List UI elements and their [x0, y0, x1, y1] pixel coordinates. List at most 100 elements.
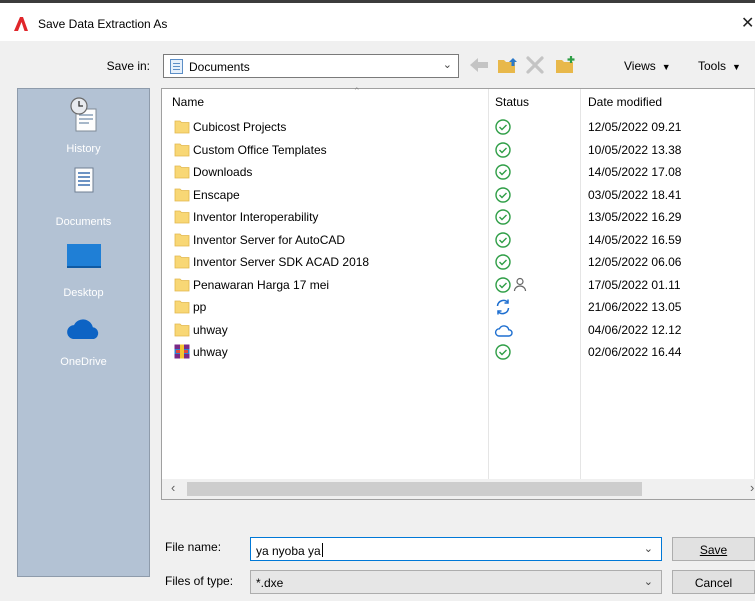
folder-icon [174, 119, 190, 134]
chevron-down-icon: ⌄ [643, 576, 653, 588]
status-shared-icon [494, 275, 534, 295]
column-header-status[interactable]: Status [495, 95, 529, 109]
close-button[interactable]: ✕ [741, 13, 754, 33]
back-arrow-icon[interactable] [467, 54, 491, 76]
column-header-name[interactable]: Name [172, 95, 204, 109]
file-name-label: File name: [165, 540, 222, 554]
file-type-value: *.dxe [256, 576, 284, 590]
chevron-down-icon[interactable]: ⌄ [644, 542, 653, 555]
list-item[interactable]: pp 21/06/2022 13.05 [162, 296, 755, 318]
file-name: Inventor Server for AutoCAD [193, 232, 346, 247]
cancel-button-label: Cancel [694, 576, 733, 590]
save-button[interactable]: Save [672, 537, 755, 561]
status-synced-icon [494, 252, 534, 272]
status-synced-icon [494, 185, 534, 205]
date-modified: 13/05/2022 16.29 [588, 210, 682, 224]
column-name-label: Name [172, 95, 205, 109]
date-modified: 17/05/2022 01.11 [588, 277, 681, 292]
list-item[interactable]: Penawaran Harga 17 mei 17/05/2022 01.11 [162, 274, 755, 296]
date-modified: 21/06/2022 13.05 [588, 300, 682, 314]
file-name: Downloads [193, 165, 253, 179]
list-item[interactable]: uhway 02/06/2022 16.44 [162, 341, 755, 363]
place-desktop[interactable]: Desktop [18, 239, 149, 309]
scrollbar-thumb[interactable] [187, 482, 642, 496]
desktop-icon [67, 244, 101, 268]
dialog-title: Save Data Extraction As [38, 17, 168, 31]
views-menu[interactable]: Views ▼ [624, 59, 671, 73]
chevron-down-icon: ⌄ [442, 59, 452, 71]
save-in-dropdown[interactable]: Documents ⌄ [163, 54, 459, 78]
file-name: uhway [193, 345, 228, 359]
list-item[interactable]: Cubicost Projects 12/05/2022 09.21 [162, 116, 755, 138]
place-history[interactable]: History [18, 95, 149, 165]
save-button-label: Save [699, 543, 728, 557]
folder-icon [174, 187, 190, 202]
status-synced-icon [494, 207, 534, 227]
folder-icon [174, 164, 190, 179]
date-modified: 14/05/2022 17.08 [588, 165, 682, 179]
history-icon [70, 97, 97, 132]
place-desktop-label: Desktop [63, 287, 104, 299]
folder-icon [174, 232, 190, 247]
new-folder-icon[interactable] [553, 54, 577, 76]
horizontal-scrollbar[interactable]: ‹ › [162, 479, 755, 499]
list-item[interactable]: Inventor Server for AutoCAD 14/05/2022 16… [162, 229, 755, 251]
date-modified: 02/06/2022 16.44 [588, 345, 682, 359]
column-status-label: Status [495, 95, 530, 109]
scroll-left-icon[interactable]: ‹ [171, 480, 175, 495]
file-type-dropdown[interactable]: *.dxe ⌄ [250, 570, 662, 594]
list-item[interactable]: Custom Office Templates 10/05/2022 13.38 [162, 139, 755, 161]
status-synced-icon [494, 342, 534, 362]
folder-icon [174, 209, 190, 224]
status-cloud-icon [494, 320, 534, 340]
status-syncing-icon [494, 297, 534, 317]
tools-menu[interactable]: Tools ▼ [698, 59, 741, 73]
text-cursor [321, 543, 323, 557]
file-list[interactable]: Name ⌃ Status Date modified Cubicost Pro… [161, 86, 755, 500]
list-item[interactable]: Inventor Server SDK ACAD 2018 12/05/2022 … [162, 251, 755, 273]
list-item[interactable]: Inventor Interoperability 13/05/2022 16.2… [162, 206, 755, 228]
archive-icon [174, 344, 190, 359]
folder-icon [174, 277, 190, 292]
status-synced-icon [494, 140, 534, 160]
date-modified: 14/05/2022 16.59 [588, 232, 682, 247]
folder-icon [174, 254, 190, 269]
date-modified: 03/05/2022 18.41 [588, 187, 682, 202]
place-onedrive-label: OneDrive [60, 356, 107, 368]
folder-icon [174, 142, 190, 157]
file-name: Inventor Interoperability [193, 210, 319, 224]
tools-caret-icon: ▼ [732, 62, 741, 72]
file-type-label: Files of type: [165, 574, 234, 588]
views-caret-icon: ▼ [661, 62, 671, 72]
file-name-text: ya nyoba ya [256, 544, 321, 558]
documents-icon [74, 167, 94, 193]
date-modified: 04/06/2022 12.12 [588, 322, 682, 337]
list-item[interactable]: Enscape 03/05/2022 18.41 [162, 184, 755, 206]
delete-icon[interactable] [523, 54, 547, 76]
file-name: Cubicost Projects [193, 120, 287, 134]
status-synced-icon [494, 230, 534, 250]
file-name: Inventor Server SDK ACAD 2018 [193, 255, 370, 269]
file-name: Enscape [193, 187, 240, 202]
autocad-icon [14, 17, 28, 31]
documents-folder-icon [170, 59, 183, 74]
date-modified: 12/05/2022 09.21 [588, 120, 682, 134]
tools-label: Tools [698, 59, 727, 73]
place-documents-label: Documents [55, 216, 112, 228]
up-folder-icon[interactable] [495, 54, 519, 76]
file-name: uhway [193, 322, 228, 337]
status-synced-icon [494, 162, 534, 182]
scroll-right-icon[interactable]: › [750, 480, 754, 495]
column-date-label: Date modified [588, 95, 663, 109]
list-item[interactable]: uhway 04/06/2022 12.12 [162, 319, 755, 341]
date-modified: 10/05/2022 13.38 [588, 142, 682, 157]
file-name: pp [193, 300, 207, 314]
place-documents[interactable]: Documents [18, 165, 149, 235]
file-name-input[interactable]: ya nyoba ya ⌄ [250, 537, 662, 561]
list-item[interactable]: Downloads 14/05/2022 17.08 [162, 161, 755, 183]
cancel-button[interactable]: Cancel [672, 570, 755, 594]
date-modified: 12/05/2022 06.06 [588, 255, 682, 269]
column-header-date[interactable]: Date modified [588, 95, 662, 109]
place-onedrive[interactable]: OneDrive [18, 309, 149, 379]
folder-icon [174, 322, 190, 337]
